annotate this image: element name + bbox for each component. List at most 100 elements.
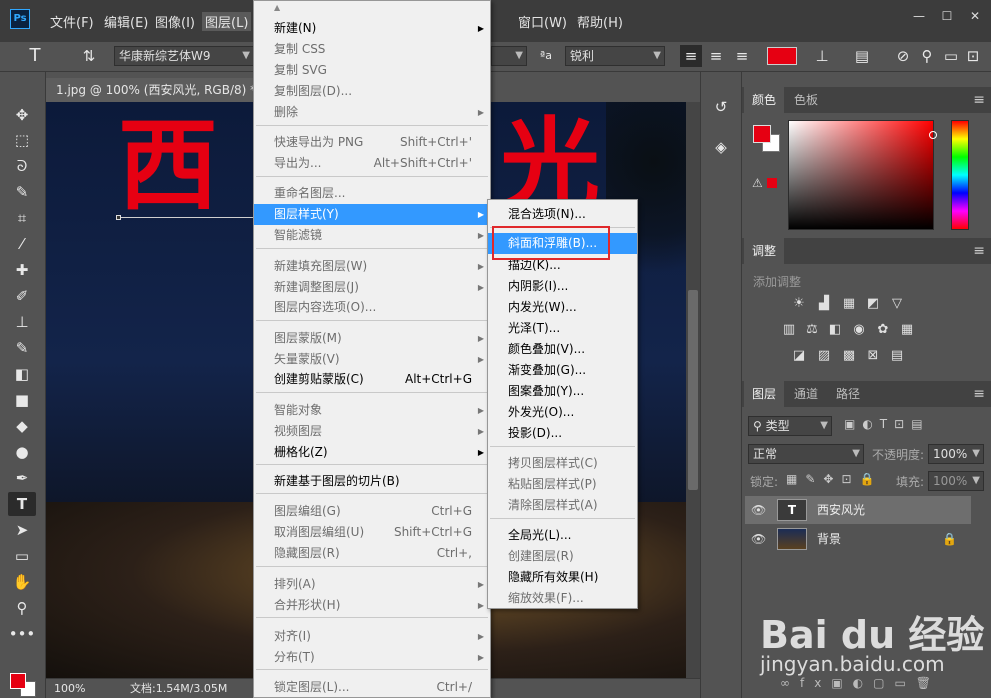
brush-tool-icon[interactable]: ✐ — [8, 284, 36, 308]
align-right-icon[interactable]: ≡ — [731, 45, 753, 67]
dodge-tool-icon[interactable]: ● — [8, 440, 36, 464]
3d-icon[interactable]: ⊡ — [962, 45, 984, 67]
menu-image[interactable]: 图像(I) — [155, 12, 195, 31]
character-panel-icon[interactable]: ▤ — [851, 45, 873, 67]
menu-scroll-up-icon[interactable]: ▲ — [274, 3, 280, 12]
warp-text-icon[interactable]: ⊥ — [811, 45, 833, 67]
fill-input[interactable]: 100% ▼ — [928, 471, 984, 491]
blend-mode-select[interactable]: 正常 ▼ — [748, 444, 864, 464]
layer-style-item[interactable]: 渐变叠加(G)... — [488, 360, 637, 381]
more-tools-icon[interactable]: ••• — [8, 622, 36, 646]
threshold-icon[interactable]: ▩ — [840, 348, 858, 364]
zoom-level[interactable]: 100% — [54, 679, 85, 698]
history-panel-icon[interactable]: ↺ — [710, 96, 732, 118]
type-tool-preset-icon[interactable]: T — [24, 45, 46, 67]
vibrance-icon[interactable]: ▽ — [888, 296, 906, 312]
workspace-icon[interactable]: ▭ — [940, 45, 962, 67]
align-left-icon[interactable]: ≡ — [680, 45, 702, 67]
panel-menu-icon[interactable]: ≡ — [973, 386, 985, 402]
text-orientation-icon[interactable]: ⇅ — [78, 45, 100, 67]
cancel-icon[interactable]: ⊘ — [892, 45, 914, 67]
layer-menu-item[interactable]: 栅格化(Z) ▶ — [254, 442, 490, 463]
tab-paths[interactable]: 路径 — [828, 381, 868, 407]
menu-help[interactable]: 帮助(H) — [577, 12, 623, 31]
exposure-icon[interactable]: ◩ — [864, 296, 882, 312]
brightness-icon[interactable]: ☀ — [790, 296, 808, 312]
gamut-color-chip[interactable] — [767, 178, 777, 188]
menu-file[interactable]: 文件(F) — [50, 12, 94, 31]
rectangle-tool-icon[interactable]: ▭ — [8, 544, 36, 568]
tab-channels[interactable]: 通道 — [786, 381, 826, 407]
crop-tool-icon[interactable]: ⌗ — [8, 206, 36, 230]
visibility-eye-icon[interactable]: 👁 — [751, 525, 766, 553]
layer-style-item[interactable]: 混合选项(N)... — [488, 204, 637, 225]
text-anchor-handle[interactable] — [116, 215, 121, 220]
tab-layers[interactable]: 图层 — [744, 381, 785, 407]
foreground-color-swatch[interactable] — [10, 673, 26, 689]
gradient-map-icon[interactable]: ▤ — [888, 348, 906, 364]
text-color-swatch[interactable] — [767, 47, 797, 65]
layer-menu-item[interactable]: 新建基于图层的切片(B) — [254, 471, 490, 492]
layer-name[interactable]: 背景 — [817, 525, 841, 553]
path-select-tool-icon[interactable]: ➤ — [8, 518, 36, 542]
layer-kind-filter[interactable]: ⚲ 类型 ▼ — [748, 416, 832, 436]
hand-tool-icon[interactable]: ✋ — [8, 570, 36, 594]
posterize-icon[interactable]: ▨ — [815, 348, 833, 364]
quick-select-tool-icon[interactable]: ✎ — [8, 180, 36, 204]
scrollbar-thumb[interactable] — [688, 290, 698, 490]
layer-menu-item[interactable]: 新建(N) ▶ — [254, 18, 490, 39]
layer-style-item[interactable]: 图案叠加(Y)... — [488, 381, 637, 402]
opacity-input[interactable]: 100% ▼ — [928, 444, 984, 464]
layer-style-item[interactable]: 内发光(W)... — [488, 297, 637, 318]
layer-filter-icons[interactable]: ▣◐T⊡▤ — [844, 417, 930, 431]
eraser-tool-icon[interactable]: ◧ — [8, 362, 36, 386]
color-picker-cursor[interactable] — [929, 131, 937, 139]
antialias-select[interactable]: 锐利 ▼ — [565, 46, 665, 66]
document-tab[interactable]: 1.jpg @ 100% (西安风光, RGB/8) * — [46, 78, 271, 102]
channel-mixer-icon[interactable]: ✿ — [874, 322, 892, 338]
pen-tool-icon[interactable]: ✒ — [8, 466, 36, 490]
stamp-tool-icon[interactable]: ⊥ — [8, 310, 36, 334]
minimize-button[interactable]: — — [908, 8, 930, 24]
layer-row-background[interactable]: 👁 背景 🔒 — [745, 525, 971, 553]
photo-filter-icon[interactable]: ◉ — [850, 322, 868, 338]
layer-style-item[interactable]: 内阴影(I)... — [488, 276, 637, 297]
hue-slider[interactable] — [951, 120, 969, 230]
zoom-tool-icon[interactable]: ⚲ — [8, 596, 36, 620]
panel-menu-icon[interactable]: ≡ — [973, 92, 985, 108]
font-family-select[interactable]: 华康新综艺体W9 ▼ — [114, 46, 254, 66]
levels-icon[interactable]: ▟ — [815, 296, 833, 312]
menu-layer[interactable]: 图层(L) — [202, 12, 252, 31]
bw-icon[interactable]: ◧ — [826, 322, 844, 338]
layer-style-item[interactable]: 投影(D)... — [488, 423, 637, 444]
tab-adjustments[interactable]: 调整 — [744, 238, 785, 264]
color-fg-swatch[interactable] — [753, 125, 771, 143]
layer-name[interactable]: 西安风光 — [817, 496, 865, 524]
marquee-tool-icon[interactable]: ⬚ — [8, 128, 36, 152]
commit-search-icon[interactable]: ⚲ — [916, 45, 938, 67]
color-balance-icon[interactable]: ⚖ — [803, 322, 821, 338]
eyedropper-tool-icon[interactable]: ⁄ — [8, 232, 36, 256]
layer-footer-icons[interactable]: ∞fx▣◐▢▭🗑 — [780, 676, 941, 690]
color-picker-field[interactable] — [788, 120, 934, 230]
type-tool-icon[interactable]: T — [8, 492, 36, 516]
layer-style-item[interactable]: 颜色叠加(V)... — [488, 339, 637, 360]
layer-style-item[interactable]: 全局光(L)... — [488, 525, 637, 546]
lasso-tool-icon[interactable]: ᘐ — [8, 154, 36, 178]
move-tool-icon[interactable]: ✥ — [8, 103, 36, 127]
gradient-tool-icon[interactable]: ■ — [8, 388, 36, 412]
tab-color[interactable]: 颜色 — [744, 87, 785, 113]
invert-icon[interactable]: ◪ — [790, 348, 808, 364]
blur-tool-icon[interactable]: ◆ — [8, 414, 36, 438]
tab-swatches[interactable]: 色板 — [786, 87, 826, 113]
selective-color-icon[interactable]: ⊠ — [864, 348, 882, 364]
healing-brush-tool-icon[interactable]: ✚ — [8, 258, 36, 282]
hue-sat-icon[interactable]: ▥ — [780, 322, 798, 338]
history-brush-tool-icon[interactable]: ✎ — [8, 336, 36, 360]
font-size-select[interactable]: ▼ — [491, 46, 527, 66]
layer-menu-item[interactable]: 图层样式(Y) ▶ — [254, 204, 490, 225]
layer-style-item[interactable]: 光泽(T)... — [488, 318, 637, 339]
curves-icon[interactable]: ▦ — [840, 296, 858, 312]
3d-panel-icon[interactable]: ◈ — [710, 136, 732, 158]
layer-style-item[interactable]: 隐藏所有效果(H) — [488, 567, 637, 588]
